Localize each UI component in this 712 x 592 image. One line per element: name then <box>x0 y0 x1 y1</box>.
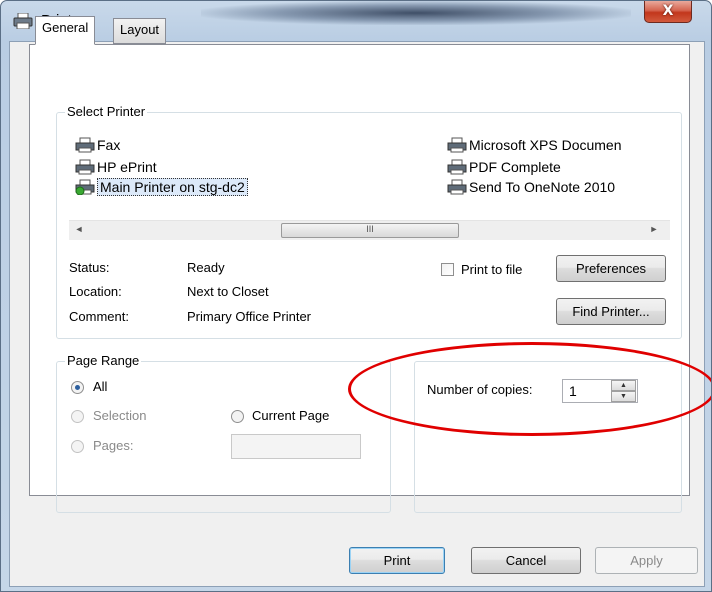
printer-icon <box>75 159 95 175</box>
scroll-right-arrow-icon[interactable]: ► <box>648 224 660 234</box>
printer-name: Fax <box>97 137 121 153</box>
all-pages-label: All <box>93 379 108 394</box>
printer-item[interactable]: Send To OneNote 2010 <box>445 177 615 197</box>
printer-icon <box>75 137 95 153</box>
comment-value: Primary Office Printer <box>187 309 312 324</box>
printer-name: HP ePrint <box>97 159 157 175</box>
default-printer-icon <box>75 179 95 195</box>
title-bar-shading <box>201 1 631 25</box>
select-printer-label: Select Printer <box>65 104 148 119</box>
printer-icon <box>447 159 467 175</box>
pages-input[interactable] <box>231 434 361 459</box>
pages-label: Pages: <box>93 438 134 453</box>
pages-radio[interactable] <box>71 440 84 453</box>
scroll-left-arrow-icon[interactable]: ◄ <box>73 224 85 234</box>
preferences-button[interactable]: Preferences <box>556 255 666 282</box>
printer-name: Microsoft XPS Documen <box>469 137 622 153</box>
printer-icon <box>447 179 467 195</box>
status-value: Ready <box>187 260 225 275</box>
page-range-label: Page Range <box>65 353 142 368</box>
printer-name: PDF Complete <box>469 159 561 175</box>
printer-item[interactable]: HP ePrint <box>73 157 157 177</box>
highlight-ellipse <box>348 342 711 436</box>
close-button[interactable]: X <box>644 1 692 23</box>
printer-item-selected[interactable]: Main Printer on stg-dc2 <box>73 177 248 197</box>
printer-item[interactable]: Microsoft XPS Documen <box>445 135 622 155</box>
tab-layout[interactable]: Layout <box>113 18 167 44</box>
printer-name: Main Printer on stg-dc2 <box>97 178 248 196</box>
apply-button[interactable]: Apply <box>595 547 698 574</box>
printer-icon <box>13 13 33 29</box>
printer-item[interactable]: PDF Complete <box>445 157 561 177</box>
find-printer-button[interactable]: Find Printer... <box>556 298 666 325</box>
print-to-file-label: Print to file <box>461 262 523 277</box>
print-dialog: Print X General Layout Select Printer Fa… <box>0 0 712 592</box>
printer-icon <box>447 137 467 153</box>
scrollbar-thumb[interactable]: III <box>281 223 459 238</box>
all-pages-radio[interactable] <box>71 381 84 394</box>
selection-label: Selection <box>93 408 147 423</box>
print-button[interactable]: Print <box>349 547 445 574</box>
current-page-label: Current Page <box>252 408 330 423</box>
printer-item[interactable]: Fax <box>73 135 120 155</box>
comment-label: Comment: <box>69 309 129 324</box>
cancel-button[interactable]: Cancel <box>471 547 581 574</box>
printer-list-scrollbar[interactable]: ◄ III ► <box>69 220 670 240</box>
current-page-radio[interactable] <box>231 410 244 423</box>
selection-radio[interactable] <box>71 410 84 423</box>
location-value: Next to Closet <box>187 284 269 299</box>
printer-name: Send To OneNote 2010 <box>469 179 616 195</box>
title-bar[interactable]: Print X <box>1 1 711 41</box>
status-label: Status: <box>69 260 110 275</box>
location-label: Location: <box>69 284 122 299</box>
tab-general[interactable]: General <box>35 16 96 45</box>
print-to-file-checkbox[interactable] <box>441 263 454 276</box>
